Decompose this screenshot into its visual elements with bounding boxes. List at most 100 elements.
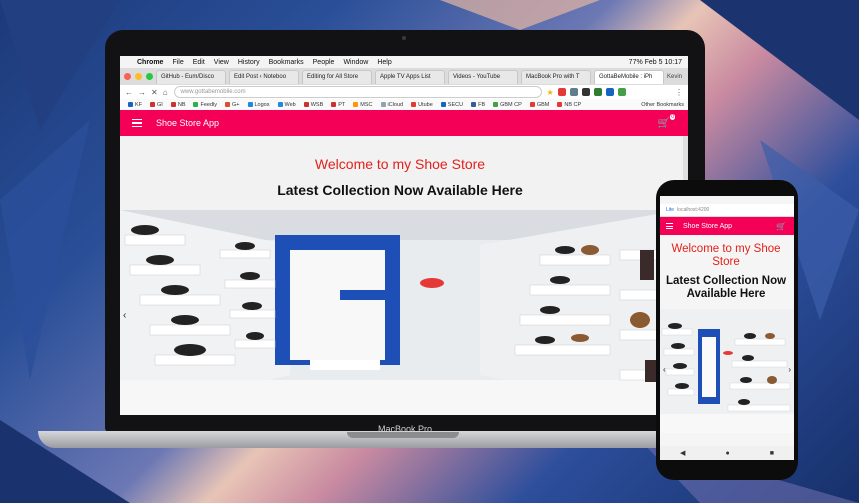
bookmark-label: NB — [177, 101, 186, 108]
url-input[interactable]: www.gottabemobile.com — [173, 86, 542, 98]
browser-tab-active[interactable]: GottaBeMobile : iPh — [594, 69, 664, 84]
bookmark-label: FB — [478, 101, 486, 108]
bookmark-label: SECU — [447, 101, 464, 108]
shopping-cart-icon[interactable]: 🛒 — [776, 222, 786, 231]
other-bookmarks[interactable]: Other Bookmarks — [641, 102, 684, 108]
browser-tab[interactable]: GitHub - Eum/Disco — [156, 69, 226, 84]
bookmark-item[interactable]: MSC — [353, 102, 373, 108]
bookmark-item[interactable]: Web — [277, 101, 296, 108]
bookmark-favicon-icon — [331, 102, 337, 107]
shoe-store-photo — [660, 309, 794, 433]
bookmark-item[interactable]: FB — [471, 102, 485, 108]
menu-help[interactable]: Help — [377, 59, 391, 66]
bookmark-item[interactable]: WSB — [303, 101, 324, 108]
bookmark-favicon-icon — [529, 102, 535, 107]
zoom-window-icon[interactable] — [146, 73, 153, 80]
bookmark-label: Web — [284, 101, 296, 108]
bookmark-label: iCloud — [387, 101, 404, 108]
bookmark-item[interactable]: iCloud — [380, 101, 404, 108]
minimize-window-icon[interactable] — [135, 73, 142, 80]
bookmark-favicon-icon — [193, 102, 199, 107]
menu-chrome[interactable]: Chrome — [137, 59, 163, 66]
menu-history[interactable]: History — [238, 59, 260, 66]
bookmark-favicon-icon — [557, 102, 563, 107]
extension-icon[interactable] — [617, 88, 626, 96]
extension-icon[interactable] — [605, 88, 614, 96]
bookmark-item[interactable]: GI — [150, 102, 163, 108]
menu-file[interactable]: File — [172, 59, 183, 66]
star-icon[interactable]: ★ — [547, 88, 554, 97]
bookmark-favicon-icon — [411, 102, 417, 107]
mac-menubar: Chrome File Edit View History Bookmarks … — [120, 56, 688, 68]
laptop-screen: Chrome File Edit View History Bookmarks … — [120, 56, 688, 415]
hamburger-menu-icon[interactable] — [666, 222, 673, 231]
phone-url[interactable]: localhost:4200 — [677, 207, 709, 213]
extension-icon[interactable] — [581, 88, 590, 96]
phone-status-bar — [660, 196, 794, 204]
menu-bookmarks[interactable]: Bookmarks — [269, 59, 304, 66]
bookmark-item[interactable]: Logos — [247, 102, 270, 108]
bookmark-item[interactable]: GBM CP — [493, 102, 522, 108]
address-bar: ← → ✕ ⌂ www.gottabemobile.com ★ ⋮ — [120, 85, 688, 100]
phone-app-toolbar: Shoe Store App 🛒 — [660, 217, 794, 235]
bookmark-item[interactable]: PT — [331, 102, 345, 108]
bookmark-item[interactable]: NB CP — [557, 102, 581, 108]
extension-icon[interactable] — [557, 88, 566, 96]
phone-address-bar: Lite localhost:4200 — [660, 204, 794, 217]
browser-tab[interactable]: Edit Post ‹ Noteboo — [229, 69, 299, 84]
bookmark-favicon-icon — [471, 102, 477, 107]
bookmark-label: Feedly — [200, 101, 217, 108]
carousel-prev-icon[interactable]: ‹ — [663, 365, 666, 374]
bookmark-item[interactable]: G+ — [225, 102, 240, 108]
bookmark-favicon-icon — [440, 102, 446, 107]
shopping-cart-icon[interactable]: 🛒 0 — [658, 113, 675, 129]
webcam — [402, 36, 406, 40]
browser-tab[interactable]: Videos - YouTube — [448, 69, 518, 84]
stop-icon[interactable]: ✕ — [151, 88, 158, 97]
bookmark-item[interactable]: Utube — [411, 102, 433, 108]
menu-icon[interactable]: ⋮ — [675, 88, 683, 97]
app-content: Welcome to my Shoe Store Latest Collecti… — [120, 136, 688, 415]
cart-badge: 0 — [670, 113, 675, 120]
bookmark-label: GI — [157, 101, 163, 108]
extension-icon[interactable] — [569, 88, 578, 96]
hamburger-menu-icon[interactable] — [132, 117, 142, 130]
phone-screen: Lite localhost:4200 Shoe Store App 🛒 Wel… — [660, 196, 794, 460]
bookmark-item[interactable]: GBM — [529, 101, 550, 108]
carousel-prev-icon[interactable]: ‹ — [123, 310, 126, 321]
home-icon[interactable]: ⌂ — [163, 88, 168, 97]
phone-collection-heading: Latest Collection Now Available Here — [665, 275, 787, 300]
close-window-icon[interactable] — [124, 73, 131, 80]
back-icon[interactable]: ← — [125, 88, 133, 97]
phone-app-title: Shoe Store App — [683, 222, 733, 230]
app-title: Shoe Store App — [156, 118, 220, 128]
recents-nav-icon[interactable]: ■ — [770, 450, 774, 457]
bookmark-favicon-icon — [170, 102, 176, 107]
lite-mode-label[interactable]: Lite — [666, 207, 674, 213]
android-nav-bar: ◀ ● ■ — [660, 446, 794, 460]
back-nav-icon[interactable]: ◀ — [680, 449, 685, 457]
menu-people[interactable]: People — [313, 59, 335, 66]
bookmark-item[interactable]: KF — [128, 102, 142, 108]
menu-window[interactable]: Window — [343, 59, 368, 66]
bookmark-item[interactable]: Feedly — [193, 102, 217, 108]
bookmark-item[interactable]: SECU — [440, 101, 464, 108]
profile-name[interactable]: Kevin — [667, 74, 682, 80]
bookmark-item[interactable]: NB — [170, 101, 186, 108]
menu-edit[interactable]: Edit — [193, 59, 205, 66]
bookmark-favicon-icon — [277, 102, 283, 107]
extension-icon[interactable] — [593, 88, 602, 96]
menu-view[interactable]: View — [214, 59, 229, 66]
bookmark-label: GBM — [536, 101, 550, 108]
laptop-brand-label: MacBook Pro — [377, 424, 433, 434]
browser-tab[interactable]: MacBook Pro with T — [521, 69, 591, 84]
carousel-next-icon[interactable]: › — [788, 365, 791, 374]
bookmark-label: NB CP — [564, 101, 582, 108]
home-nav-icon[interactable]: ● — [725, 450, 729, 457]
forward-icon[interactable]: → — [138, 88, 146, 97]
bookmark-label: WSB — [310, 101, 324, 108]
browser-tab[interactable]: Apple TV Apps List — [375, 69, 445, 84]
bookmark-label: G+ — [232, 101, 240, 108]
bookmark-favicon-icon — [128, 102, 133, 107]
browser-tab[interactable]: Editing for All Store — [302, 69, 372, 84]
